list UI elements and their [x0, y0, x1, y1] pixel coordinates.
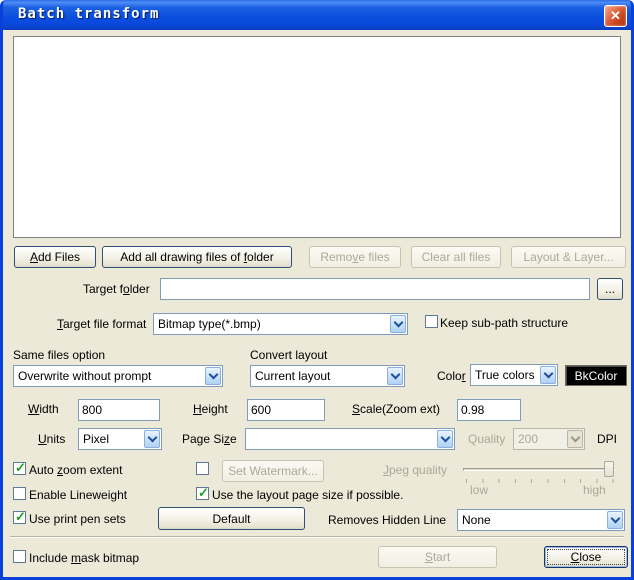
chevron-down-icon[interactable] — [205, 367, 221, 385]
jpeg-quality-slider-thumb[interactable] — [604, 461, 614, 477]
dpi-label: DPI — [597, 432, 617, 446]
quality-label: Quality — [468, 432, 505, 446]
jpeg-quality-label: Jpeg quality — [383, 463, 447, 477]
color-select[interactable]: True colors — [470, 364, 558, 386]
set-watermark-button[interactable]: Set Watermark... — [222, 460, 324, 482]
watermark-checkbox[interactable] — [196, 462, 209, 475]
removes-hidden-line-select[interactable]: None — [457, 509, 625, 531]
add-files-button[interactable]: Add Files — [14, 246, 96, 268]
layout-layer-button[interactable]: Layout & Layer... — [511, 246, 626, 268]
use-print-pen-sets-label: Use print pen sets — [29, 512, 126, 526]
chevron-down-icon[interactable] — [607, 511, 623, 529]
color-label: Color — [437, 369, 466, 383]
add-all-drawing-files-button[interactable]: Add all drawing files of folder — [102, 246, 292, 268]
enable-lineweight-checkbox[interactable] — [13, 487, 26, 500]
scale-label: Scale(Zoom ext) — [352, 402, 440, 416]
start-button[interactable]: Start — [378, 546, 497, 568]
jpeg-quality-slider-track — [463, 468, 615, 471]
use-layout-page-size-checkbox[interactable] — [196, 487, 209, 500]
same-files-option-select[interactable]: Overwrite without prompt — [13, 365, 223, 387]
width-input[interactable] — [78, 399, 160, 421]
use-layout-page-size-label: Use the layout page size if possible. — [212, 488, 403, 502]
height-label: Height — [193, 402, 228, 416]
enable-lineweight-label: Enable Lineweight — [29, 488, 127, 502]
removes-hidden-line-label: Removes Hidden Line — [328, 513, 446, 527]
divider — [10, 536, 624, 538]
include-mask-bitmap-checkbox[interactable] — [13, 550, 26, 563]
quality-select[interactable]: 200 — [513, 428, 585, 450]
chevron-down-icon[interactable] — [437, 430, 453, 448]
close-button[interactable]: Close — [544, 546, 628, 568]
default-button[interactable]: Default — [158, 507, 305, 530]
width-label: Width — [28, 402, 59, 416]
remove-files-button[interactable]: Remove files — [309, 246, 401, 268]
chevron-down-icon[interactable] — [144, 430, 160, 448]
target-file-format-label: Target file format — [57, 317, 146, 331]
same-files-option-label: Same files option — [13, 348, 105, 362]
height-input[interactable] — [247, 399, 325, 421]
file-list[interactable] — [13, 36, 621, 238]
include-mask-bitmap-label: Include mask bitmap — [29, 551, 139, 565]
batch-transform-dialog: Batch transform ✕ Add Files Add all draw… — [0, 0, 634, 580]
target-file-format-select[interactable]: Bitmap type(*.bmp) — [153, 313, 408, 335]
keep-subpath-checkbox[interactable] — [425, 315, 438, 328]
chevron-down-icon[interactable] — [540, 366, 556, 384]
chevron-down-icon[interactable] — [390, 315, 406, 333]
target-folder-label: Target folder — [83, 282, 150, 296]
close-window-button[interactable]: ✕ — [604, 5, 627, 27]
chevron-down-icon — [567, 430, 583, 448]
titlebar[interactable]: Batch transform ✕ — [0, 0, 634, 30]
convert-layout-label: Convert layout — [250, 348, 327, 362]
clear-all-files-button[interactable]: Clear all files — [411, 246, 501, 268]
auto-zoom-extent-label: Auto zoom extent — [29, 463, 122, 477]
page-size-label: Page Size — [182, 432, 237, 446]
units-label: Units — [38, 432, 65, 446]
slider-high-label: high — [583, 483, 606, 497]
keep-subpath-label: Keep sub-path structure — [440, 316, 568, 330]
target-folder-input[interactable] — [160, 278, 590, 300]
close-icon: ✕ — [610, 8, 621, 24]
units-select[interactable]: Pixel — [78, 428, 162, 450]
scale-input[interactable] — [457, 399, 521, 421]
use-print-pen-sets-checkbox[interactable] — [13, 511, 26, 524]
convert-layout-select[interactable]: Current layout — [250, 365, 405, 387]
chevron-down-icon[interactable] — [387, 367, 403, 385]
slider-low-label: low — [470, 483, 488, 497]
bkcolor-button[interactable]: BkColor — [565, 365, 627, 386]
auto-zoom-extent-checkbox[interactable] — [13, 462, 26, 475]
page-size-select[interactable] — [245, 428, 455, 450]
browse-folder-button[interactable]: ... — [597, 278, 623, 300]
window-title: Batch transform — [18, 6, 159, 22]
